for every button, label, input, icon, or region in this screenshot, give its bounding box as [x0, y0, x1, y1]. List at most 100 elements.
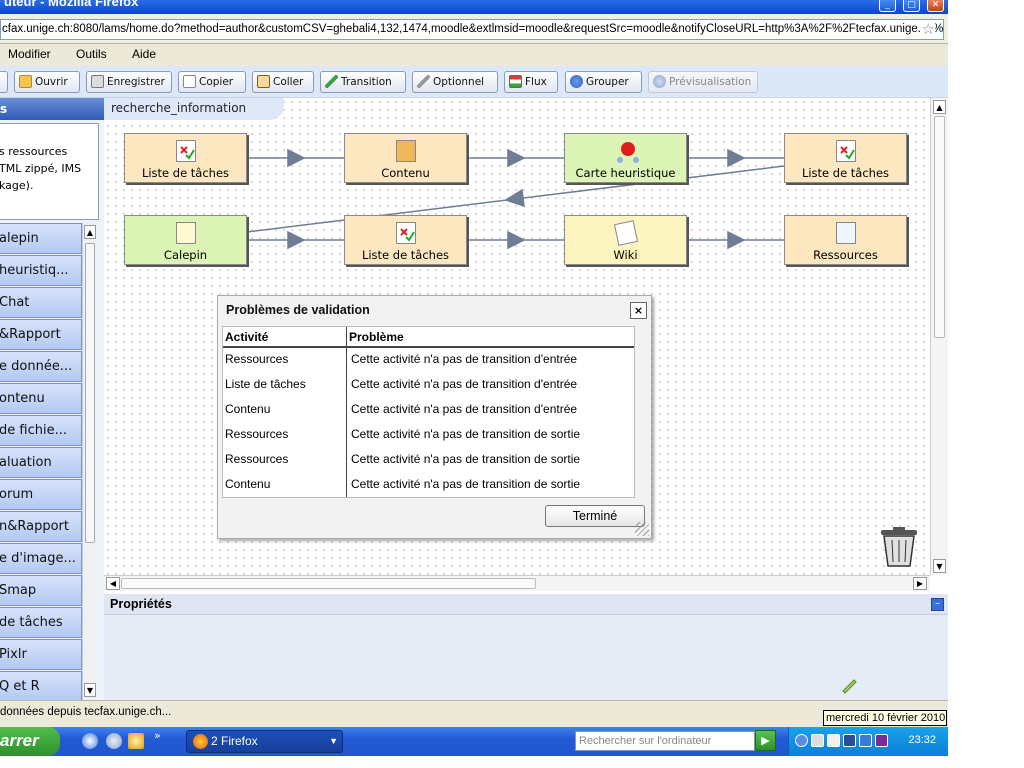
activity-label: Contenu	[381, 166, 430, 180]
table-cell-problem[interactable]: Cette activité n'a pas de transition d'e…	[349, 397, 577, 422]
scroll-up-arrow-icon[interactable]: ▲	[933, 100, 946, 114]
library-item-gmap[interactable]: Smap	[0, 575, 82, 606]
canvas-vertical-scrollbar[interactable]: ▲ ▼	[930, 98, 948, 575]
optional-button[interactable]: Optionnel	[412, 71, 498, 93]
activity-liste-taches-1[interactable]: Liste de tâches	[124, 133, 247, 183]
activity-contenu[interactable]: Contenu	[344, 133, 467, 183]
column-divider	[346, 327, 347, 497]
scrollbar-thumb[interactable]	[934, 116, 945, 338]
library-item-contenu[interactable]: ontenu	[0, 383, 82, 414]
library-item-evaluation[interactable]: aluation	[0, 447, 82, 478]
close-window-button[interactable]: ✕	[927, 0, 944, 12]
scrollbar-thumb[interactable]	[85, 243, 95, 543]
table-cell-problem[interactable]: Cette activité n'a pas de transition de …	[349, 447, 580, 472]
trash-icon[interactable]	[878, 526, 920, 568]
menu-aide[interactable]: Aide	[132, 47, 156, 61]
media-icon[interactable]	[106, 733, 122, 749]
table-cell-problem[interactable]: Cette activité n'a pas de transition de …	[349, 472, 580, 497]
close-icon[interactable]: ×	[630, 302, 647, 319]
done-button[interactable]: Terminé	[545, 505, 645, 527]
library-item-donnees[interactable]: e donnée...	[0, 351, 82, 382]
menu-outils[interactable]: Outils	[76, 47, 107, 61]
activity-wiki[interactable]: Wiki	[564, 215, 687, 265]
resize-grip-icon[interactable]	[635, 522, 649, 536]
taskbar-item-label: 2 Firefox	[211, 734, 258, 748]
desktop-search-input[interactable]: Rechercher sur l'ordinateur	[575, 731, 755, 751]
library-item-carte-heuristique[interactable]: heuristiq...	[0, 255, 82, 286]
table-cell-activity[interactable]: Contenu	[223, 472, 270, 497]
tray-icon[interactable]	[843, 734, 856, 747]
library-item-calepin[interactable]: alepin	[0, 223, 82, 254]
library-item-rapport[interactable]: &Rapport	[0, 319, 82, 350]
search-go-button[interactable]: ▶	[755, 730, 776, 751]
library-scrollbar[interactable]: ▲ ▼	[82, 223, 96, 700]
canvas-horizontal-scrollbar[interactable]: ◀ ▶	[104, 575, 930, 591]
scroll-down-arrow-icon[interactable]: ▼	[84, 683, 96, 697]
activity-carte-heuristique[interactable]: Carte heuristique	[564, 133, 687, 183]
library-item-liste-taches[interactable]: de tâches	[0, 607, 82, 638]
table-cell-activity[interactable]: Ressources	[223, 422, 288, 447]
library-header: s	[0, 98, 104, 120]
library-item-image[interactable]: e d'image...	[0, 543, 82, 574]
table-cell-activity[interactable]: Liste de tâches	[223, 372, 306, 397]
scroll-right-arrow-icon[interactable]: ▶	[913, 577, 927, 590]
new-button[interactable]	[0, 71, 8, 93]
tray-icon[interactable]	[827, 734, 840, 747]
copy-icon	[183, 75, 196, 88]
scroll-down-arrow-icon[interactable]: ▼	[933, 559, 946, 573]
pencil-icon	[325, 75, 338, 88]
url-field[interactable]: cfax.unige.ch:8080/lams/home.do?method=a…	[0, 19, 944, 40]
open-button[interactable]: Ouvrir	[14, 71, 80, 93]
transition-button[interactable]: Transition	[320, 71, 406, 93]
save-button[interactable]: Enregistrer	[86, 71, 172, 93]
table-cell-activity[interactable]: Ressources	[223, 447, 288, 472]
group-button[interactable]: Grouper	[565, 71, 642, 93]
network-icon[interactable]	[859, 734, 872, 747]
tray-icon[interactable]	[875, 734, 888, 747]
start-button[interactable]: arrer	[0, 727, 60, 756]
description-line: TML zippé, IMS	[0, 162, 82, 175]
table-cell-activity[interactable]: Ressources	[223, 347, 288, 372]
library-item-q-et-r[interactable]: Q et R	[0, 671, 82, 701]
table-cell-activity[interactable]: Contenu	[223, 397, 270, 422]
scroll-left-arrow-icon[interactable]: ◀	[106, 577, 120, 590]
library-item-chat[interactable]: Chat	[0, 287, 82, 318]
activity-calepin[interactable]: Calepin	[124, 215, 247, 265]
minimize-button[interactable]: _	[879, 0, 896, 12]
back-icon[interactable]	[795, 734, 808, 747]
transition-arrow-icon	[727, 148, 746, 168]
copy-button[interactable]: Copier	[178, 71, 246, 93]
taskbar: arrer » 2 Firefox ▼ Rechercher sur l'ord…	[0, 727, 948, 756]
clock[interactable]: 23:32	[908, 734, 936, 746]
outlook-icon[interactable]	[128, 733, 144, 749]
paste-label: Coller	[273, 76, 304, 88]
menu-modifier[interactable]: Modifier	[8, 47, 51, 61]
dialog-title: Problèmes de validation	[226, 303, 370, 317]
content-icon	[395, 140, 416, 162]
flow-button[interactable]: Flux	[504, 71, 558, 93]
library-item-forum-rapport[interactable]: n&Rapport	[0, 511, 82, 542]
open-label: Ouvrir	[35, 76, 68, 88]
paste-icon	[257, 75, 270, 88]
library-item-pixlr[interactable]: Pixlr	[0, 639, 82, 670]
library-item-fichier[interactable]: de fichie...	[0, 415, 82, 446]
quicklaunch-expand-icon[interactable]: »	[154, 729, 161, 742]
maximize-button[interactable]: □	[903, 0, 920, 12]
taskbar-item-firefox[interactable]: 2 Firefox ▼	[186, 730, 343, 753]
table-cell-problem[interactable]: Cette activité n'a pas de transition d'e…	[349, 347, 577, 372]
minimize-panel-icon[interactable]: –	[931, 598, 944, 611]
scroll-up-arrow-icon[interactable]: ▲	[84, 225, 96, 239]
table-cell-problem[interactable]: Cette activité n'a pas de transition d'e…	[349, 372, 577, 397]
scrollbar-thumb[interactable]	[121, 578, 536, 589]
activity-liste-taches-3[interactable]: Liste de tâches	[344, 215, 467, 265]
preview-button[interactable]: Prévisualisation	[648, 71, 758, 93]
activity-ressources[interactable]: Ressources	[784, 215, 907, 265]
table-cell-problem[interactable]: Cette activité n'a pas de transition de …	[349, 422, 580, 447]
library-item-forum[interactable]: orum	[0, 479, 82, 510]
optional-pencil-icon	[417, 75, 430, 88]
ie-icon[interactable]	[82, 733, 98, 749]
paste-button[interactable]: Coller	[252, 71, 314, 93]
bookmark-star-icon[interactable]: ☆	[919, 20, 935, 39]
activity-liste-taches-2[interactable]: Liste de tâches	[784, 133, 907, 183]
tray-icon[interactable]	[811, 734, 824, 747]
